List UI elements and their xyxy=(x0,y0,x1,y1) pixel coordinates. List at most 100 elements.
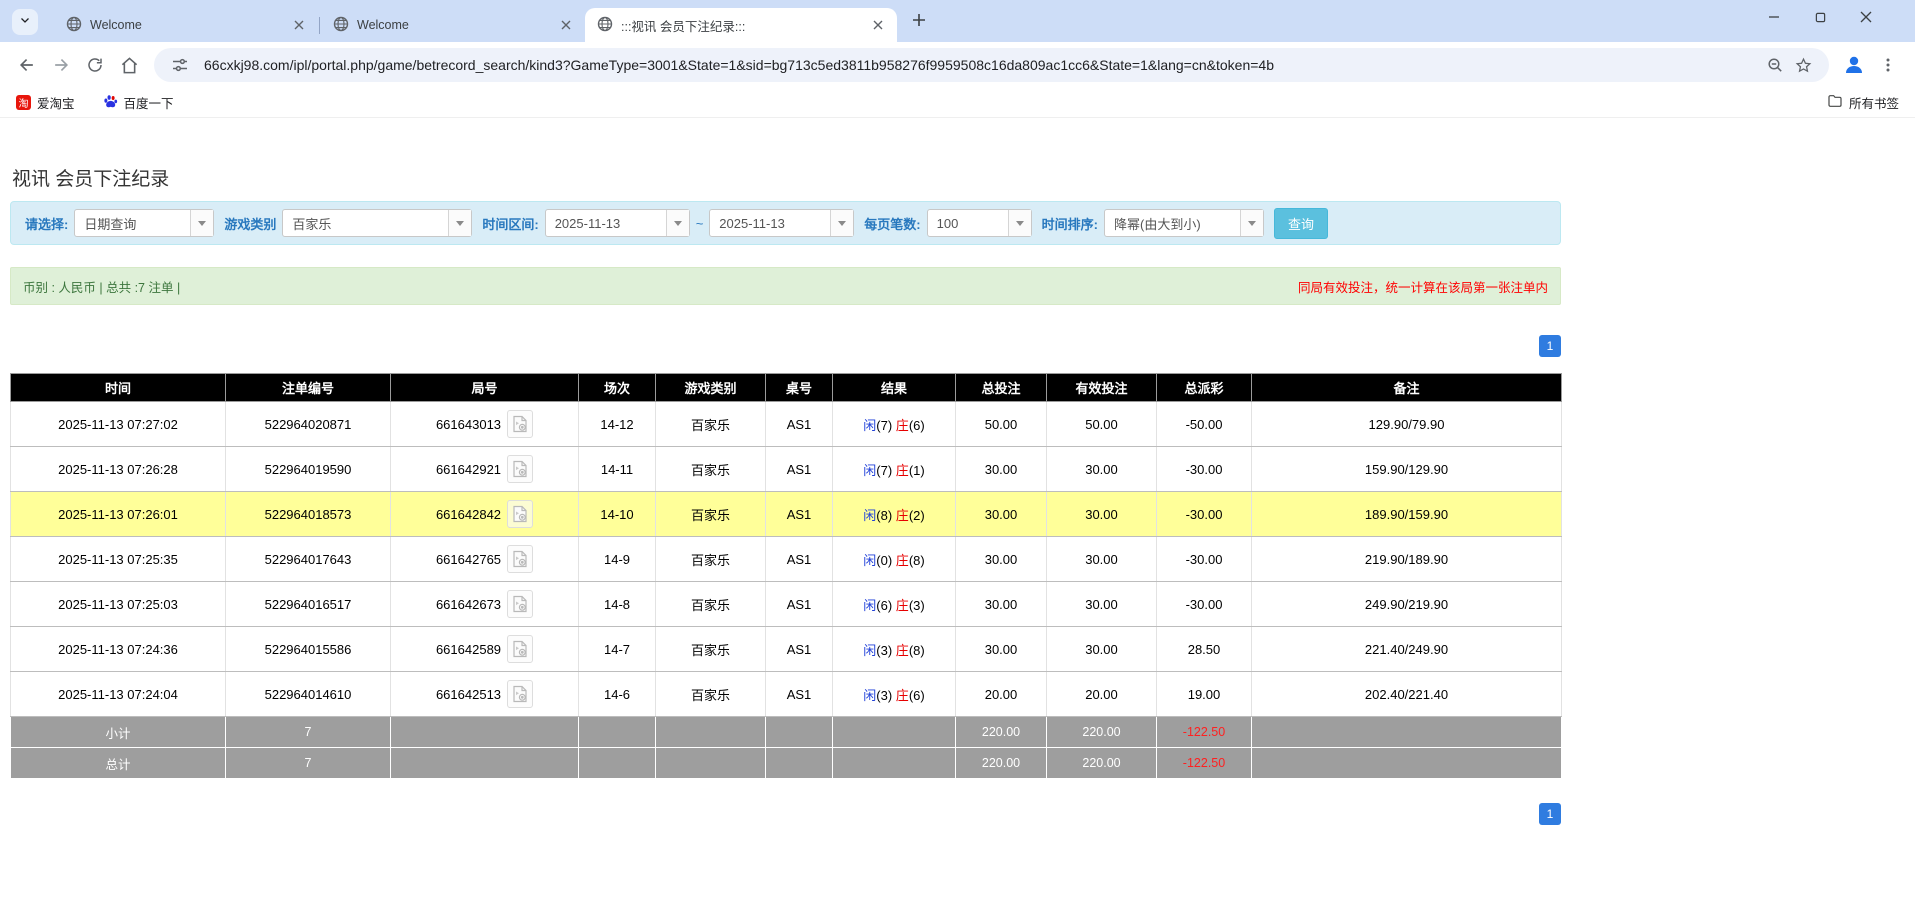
cell-time: 2025-11-13 07:25:03 xyxy=(11,582,226,627)
baidu-paw-icon xyxy=(103,94,118,112)
site-info-icon[interactable] xyxy=(166,51,194,79)
result-player-label: 闲 xyxy=(863,553,876,568)
page-1-button[interactable]: 1 xyxy=(1539,335,1561,357)
result-player-score: (7) xyxy=(876,418,896,433)
browser-tab-2[interactable]: Welcome xyxy=(321,8,585,42)
menu-dots-icon[interactable] xyxy=(1871,48,1905,82)
result-banker-score: (3) xyxy=(909,598,925,613)
video-replay-button[interactable] xyxy=(507,410,533,438)
tab-close-icon[interactable] xyxy=(557,16,575,34)
column-header: 有效投注 xyxy=(1047,374,1157,402)
home-icon[interactable] xyxy=(112,48,146,82)
address-bar[interactable]: 66cxkj98.com/ipl/portal.php/game/betreco… xyxy=(154,48,1829,82)
total-row: 总计 7 220.00 220.00 -122.50 xyxy=(11,748,1562,779)
cell-round-id: 661642842 xyxy=(436,507,501,522)
cell-table: AS1 xyxy=(766,447,833,492)
cell-total-bet: 50.00 xyxy=(956,402,1047,447)
query-type-dropdown[interactable]: 日期查询 xyxy=(74,209,214,237)
minimize-button[interactable] xyxy=(1751,2,1797,32)
result-banker-label: 庄 xyxy=(896,463,909,478)
search-button[interactable]: 查询 xyxy=(1274,208,1328,239)
table-header-row: 时间注单编号局号场次游戏类别桌号结果总投注有效投注总派彩备注 xyxy=(11,374,1562,402)
cell-remark: 219.90/189.90 xyxy=(1252,537,1562,582)
date-range-label: 时间区间: xyxy=(482,214,538,233)
cell-payout: -30.00 xyxy=(1157,537,1252,582)
cell-total-bet: 30.00 xyxy=(956,447,1047,492)
tab-close-icon[interactable] xyxy=(869,16,887,34)
column-header: 结果 xyxy=(833,374,956,402)
video-replay-button[interactable] xyxy=(507,680,533,708)
result-banker-score: (6) xyxy=(909,688,925,703)
column-header: 备注 xyxy=(1252,374,1562,402)
page-size-dropdown[interactable]: 100 xyxy=(927,209,1032,237)
result-player-label: 闲 xyxy=(863,508,876,523)
result-banker-score: (8) xyxy=(909,643,925,658)
browser-tab-1[interactable]: Welcome xyxy=(54,8,318,42)
close-window-button[interactable] xyxy=(1843,2,1889,32)
table-row: 2025-11-13 07:26:28 522964019590 6616429… xyxy=(11,447,1562,492)
cell-valid-bet: 30.00 xyxy=(1047,582,1157,627)
date-to-dropdown[interactable]: 2025-11-13 xyxy=(709,209,854,237)
cell-bet-id: 522964019590 xyxy=(226,447,391,492)
total-valid-bet: 220.00 xyxy=(1047,748,1157,779)
video-replay-button[interactable] xyxy=(507,500,533,528)
video-replay-button[interactable] xyxy=(507,455,533,483)
cell-valid-bet: 30.00 xyxy=(1047,537,1157,582)
zoom-indicator-icon[interactable] xyxy=(1761,51,1789,79)
tab-title: :::视讯 会员下注纪录::: xyxy=(621,16,861,35)
cell-valid-bet: 30.00 xyxy=(1047,627,1157,672)
browser-toolbar: 66cxkj98.com/ipl/portal.php/game/betreco… xyxy=(0,42,1915,88)
cell-payout: 28.50 xyxy=(1157,627,1252,672)
bookmark-star-icon[interactable] xyxy=(1789,51,1817,79)
bookmark-taobao[interactable]: 淘 爱淘宝 xyxy=(16,93,75,112)
video-replay-button[interactable] xyxy=(507,635,533,663)
result-player-score: (6) xyxy=(876,598,896,613)
table-body: 2025-11-13 07:27:02 522964020871 6616430… xyxy=(11,402,1562,717)
result-player-label: 闲 xyxy=(863,418,876,433)
tab-close-icon[interactable] xyxy=(290,16,308,34)
cell-game: 百家乐 xyxy=(656,402,766,447)
tab-title: Welcome xyxy=(357,18,549,32)
tab-title: Welcome xyxy=(90,18,282,32)
cell-game: 百家乐 xyxy=(656,492,766,537)
page-1-button[interactable]: 1 xyxy=(1539,803,1561,825)
result-banker-label: 庄 xyxy=(896,508,909,523)
sort-dropdown[interactable]: 降幂(由大到小) xyxy=(1104,209,1264,237)
cell-remark: 249.90/219.90 xyxy=(1252,582,1562,627)
maximize-button[interactable] xyxy=(1797,2,1843,32)
browser-tab-active[interactable]: :::视讯 会员下注纪录::: xyxy=(585,8,897,42)
cell-session: 14-6 xyxy=(579,672,656,717)
bet-records-table: 时间注单编号局号场次游戏类别桌号结果总投注有效投注总派彩备注 2025-11-1… xyxy=(10,373,1562,779)
pagination-top: 1 xyxy=(10,335,1561,357)
cell-time: 2025-11-13 07:26:01 xyxy=(11,492,226,537)
video-replay-button[interactable] xyxy=(507,545,533,573)
subtotal-row: 小计 7 220.00 220.00 -122.50 xyxy=(11,717,1562,748)
game-type-value: 百家乐 xyxy=(283,210,448,236)
cell-bet-id: 522964015586 xyxy=(226,627,391,672)
video-replay-button[interactable] xyxy=(507,590,533,618)
cell-payout: -30.00 xyxy=(1157,492,1252,537)
tab-search-button[interactable] xyxy=(12,9,38,35)
profile-avatar-icon[interactable] xyxy=(1837,48,1871,82)
column-header: 总派彩 xyxy=(1157,374,1252,402)
page-size-value: 100 xyxy=(928,210,1008,236)
cell-round-id: 661642765 xyxy=(436,552,501,567)
total-label: 总计 xyxy=(11,748,226,779)
globe-favicon-icon xyxy=(66,16,82,35)
forward-icon[interactable] xyxy=(44,48,78,82)
result-banker-score: (2) xyxy=(909,508,925,523)
game-type-dropdown[interactable]: 百家乐 xyxy=(282,209,472,237)
bookmark-baidu[interactable]: 百度一下 xyxy=(103,93,174,112)
date-from-dropdown[interactable]: 2025-11-13 xyxy=(545,209,690,237)
cell-game: 百家乐 xyxy=(656,582,766,627)
new-tab-button[interactable] xyxy=(905,8,933,36)
back-icon[interactable] xyxy=(10,48,44,82)
cell-bet-id: 522964020871 xyxy=(226,402,391,447)
column-header: 时间 xyxy=(11,374,226,402)
result-player-score: (0) xyxy=(876,553,896,568)
result-banker-label: 庄 xyxy=(896,598,909,613)
all-bookmarks-button[interactable]: 所有书签 xyxy=(1827,93,1899,112)
page-content: 视讯 会员下注纪录 请选择: 日期查询 游戏类别 百家乐 时间区间: 2025-… xyxy=(10,164,1561,825)
reload-icon[interactable] xyxy=(78,48,112,82)
page-title: 视讯 会员下注纪录 xyxy=(12,164,1561,191)
